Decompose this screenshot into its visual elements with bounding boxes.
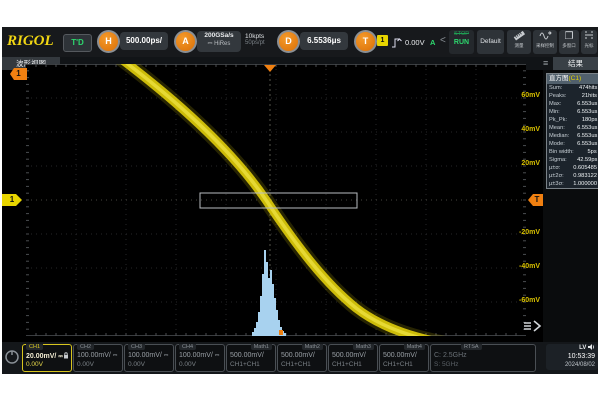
volt-label: 20mV (500, 160, 540, 167)
windows-icon: ❐ (559, 30, 579, 43)
stat-row: Pk_Pk:180ps (547, 116, 598, 124)
coupling-icon: ⎓ (113, 353, 117, 359)
waveform-arrow-icon (533, 30, 557, 43)
histogram-stats-title: 直方图(C1) (547, 74, 598, 84)
sample-rate: 200GSa/s (197, 31, 241, 41)
trigger-level-value[interactable]: 0.00V (405, 38, 425, 47)
histogram-cursor-dot (279, 330, 283, 335)
stat-row: Mean:6.553us (547, 124, 598, 132)
multi-window-button[interactable]: ❐ 多窗口 (559, 30, 579, 54)
results-panel-header[interactable]: 结果 (553, 57, 598, 70)
delay-knob-button[interactable]: D (277, 30, 300, 53)
lan-indicator: LV (579, 345, 586, 351)
stat-row: Peaks:21hits (547, 92, 598, 100)
math-box-math1[interactable]: Math1 500.00mV/ CH1+CH1 (226, 344, 276, 372)
stat-row: Median:6.553us (547, 132, 598, 140)
volt-label: -20mV (500, 229, 540, 236)
stat-row: μ±σ:0.605485 (547, 164, 598, 172)
trigger-position-marker[interactable] (264, 65, 276, 72)
lock-icon (63, 352, 69, 359)
histogram-stats-box[interactable]: 直方图(C1) Sum:474hits Peaks:21hits Max:6.5… (546, 73, 598, 189)
horizontal-knob-button[interactable]: H (97, 30, 120, 53)
trigger-sweep-badge: A (430, 38, 435, 47)
stat-row: μ±3σ:1.000000 (547, 180, 598, 188)
histogram-bars (252, 250, 286, 336)
acquire-knob-button[interactable]: A (174, 30, 197, 53)
stat-row: Sigma:42.59ps (547, 156, 598, 164)
acquire-value-box[interactable]: 200GSa/s ⎓ HiRes (197, 31, 241, 52)
horizontal-scale-value[interactable]: 500.00ps/ (120, 32, 168, 50)
coupling-icon: ⎓ (215, 353, 219, 359)
clock-box[interactable]: LV 10:53:39 2024/08/02 (546, 344, 598, 370)
math-box-math3[interactable]: Math3 500.00mV/ CH1+CH1 (328, 344, 378, 372)
math-box-math4[interactable]: Math4 500.00mV/ CH1+CH1 (379, 344, 429, 372)
channel-box-ch3[interactable]: CH3 100.00mV/ ⎓ 0.00V (124, 344, 174, 372)
cursor-icon (581, 30, 597, 43)
rtsa-box[interactable]: RTSA C: 2.5GHz S: 5GHz (430, 344, 536, 372)
top-toolbar: RIGOL T'D H 500.00ps/ A 200GSa/s ⎓ HiRes… (2, 27, 598, 58)
trigger-knob-button[interactable]: T (354, 30, 377, 53)
stat-row: Max:6.553us (547, 100, 598, 108)
stat-row: μ±2σ:0.983122 (547, 172, 598, 180)
volt-label: 40mV (500, 126, 540, 133)
graticule (26, 64, 526, 336)
acquire-mode: ⎓ HiRes (197, 41, 241, 48)
waveform-display[interactable]: 6.55μs 6.55μs 6.55μs 6.55μs 6.55μs 6.55μ… (26, 64, 526, 336)
stat-row: Min:6.553us (547, 108, 598, 116)
coupling-icon: ⎓ (164, 353, 168, 359)
channel-box-ch4[interactable]: CH4 100.00mV/ ⎓ 0.00V (175, 344, 225, 372)
channel-box-ch2[interactable]: CH2 100.00mV/ ⎓ 0.00V (73, 344, 123, 372)
math-box-math2[interactable]: Math2 500.00mV/ CH1+CH1 (277, 344, 327, 372)
collapse-arrow-icon[interactable]: < (440, 35, 446, 46)
clock-date: 2024/08/02 (546, 361, 595, 369)
sample-resolution: 50ps/pt (245, 40, 265, 47)
volt-label: -40mV (500, 263, 540, 270)
vertical-knob-icon[interactable] (4, 348, 20, 366)
clock-time: 10:53:39 (546, 352, 595, 361)
oscilloscope-screen: RIGOL T'D H 500.00ps/ A 200GSa/s ⎓ HiRes… (2, 27, 598, 374)
volt-label: 60mV (500, 92, 540, 99)
expand-menu-icon[interactable] (522, 318, 542, 334)
run-stop-button[interactable]: STOP RUN (449, 30, 474, 54)
memory-depth: 10kpts (245, 33, 265, 40)
stat-row: Sum:474hits (547, 84, 598, 92)
delay-value[interactable]: 6.5536μs (300, 32, 348, 50)
measure-button[interactable]: 测量 (507, 30, 531, 54)
stat-row: Mode:6.553us (547, 140, 598, 148)
memory-depth-box: 10kpts 50ps/pt (245, 33, 265, 47)
volt-label: -60mV (500, 297, 540, 304)
panel-menu-icon[interactable]: ≡ (543, 58, 548, 68)
trigger-source-badge[interactable]: 1 (377, 35, 388, 46)
channel-box-ch1[interactable]: CH1 20.00mV/ ⎓ 0.00V (22, 344, 72, 372)
ch1-offset-marker[interactable]: 1 (2, 194, 22, 206)
default-button[interactable]: Default (477, 30, 504, 54)
acquire-control-button[interactable]: 采样控制 (533, 30, 557, 54)
channel-status-bar: CH1 20.00mV/ ⎓ 0.00V CH2 100.00mV/ ⎓ 0.0… (2, 342, 598, 374)
ruler-icon (507, 30, 531, 43)
rigol-logo: RIGOL (7, 33, 54, 50)
cursor-button[interactable]: 光标 (581, 30, 597, 54)
plot-svg (26, 64, 526, 336)
trigger-slope-icon (391, 36, 402, 49)
trigger-status-badge: T'D (63, 34, 92, 52)
screenshot-root: { "toolbar": { "logo": "RIGOL", "trigger… (0, 0, 600, 400)
stats-channel-badge: (C1) (569, 75, 582, 82)
speaker-icon (588, 344, 595, 350)
stat-row: Bin width:5ps (547, 148, 598, 156)
